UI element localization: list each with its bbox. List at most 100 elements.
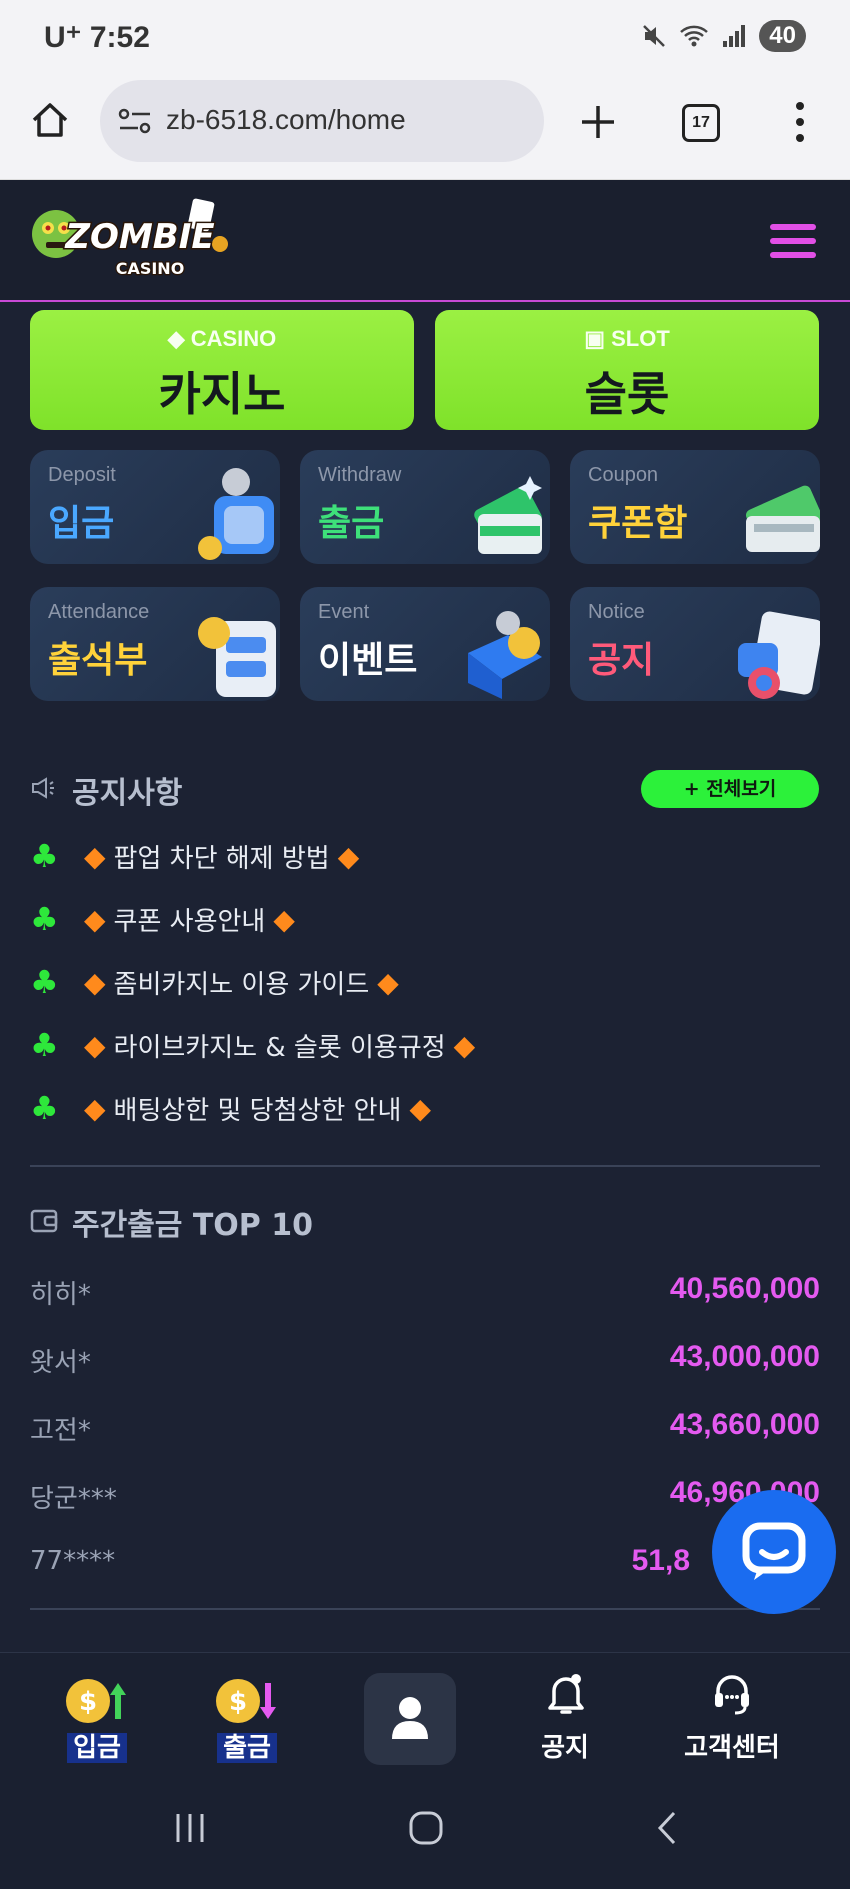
hamburger-menu-icon[interactable] (770, 224, 816, 258)
tile-en-label: Coupon (588, 464, 659, 486)
nav-profile-button[interactable] (364, 1673, 456, 1765)
slot-en-label: ▣ SLOT (584, 326, 670, 351)
new-tab-icon[interactable] (578, 102, 618, 142)
withdraw-tile[interactable]: Withdraw 출금 (300, 450, 550, 564)
signal-icon (723, 25, 746, 47)
event-tile[interactable]: Event 이벤트 (300, 587, 550, 701)
club-icon: ♣ (30, 837, 59, 875)
gift-box-icon (468, 611, 542, 699)
status-icons: 40 (641, 20, 806, 52)
headset-icon (715, 1675, 749, 1715)
view-all-button[interactable]: + 전체보기 (641, 770, 819, 808)
notice-text: 좀비카지노 이용 가이드 (113, 969, 370, 1000)
nav-notice-label: 공지 (541, 1733, 589, 1763)
notice-text: 쿠폰 사용안내 (113, 906, 266, 937)
live-chat-button[interactable] (712, 1490, 836, 1614)
casino-en-label: ◆ CASINO (167, 326, 277, 351)
rank-name: 고전* (30, 1416, 91, 1446)
slot-machine-icon: ▣ (584, 326, 612, 351)
notice-item[interactable]: ♣ ◆ 라이브카지노 & 슬롯 이용규정 ◆ (30, 1025, 483, 1065)
nav-withdraw[interactable]: $ 출금 (202, 1653, 292, 1773)
attendance-tile[interactable]: Attendance 출석부 (30, 587, 280, 701)
notice-document-icon (738, 611, 820, 699)
notice-item[interactable]: ♣ ◆ 좀비카지노 이용 가이드 ◆ (30, 962, 407, 1002)
rank-amount: 51,8 (631, 1544, 690, 1577)
notice-tile[interactable]: Notice 공지 (570, 587, 820, 701)
wallet-coin-icon (198, 468, 274, 560)
android-home-icon[interactable] (408, 1810, 444, 1846)
club-icon: ♣ (30, 1089, 59, 1127)
notice-text: 팝업 차단 해제 방법 (113, 843, 330, 874)
casino-ko-label: 카지노 (158, 367, 286, 421)
rank-row: 왓서* 43,000,000 (30, 1336, 820, 1378)
orange-diamond-icon: ◆ (273, 902, 295, 936)
address-bar[interactable]: zb-6518.com/home (100, 80, 544, 162)
withdraw-top-title: 주간출금 TOP 10 (72, 1208, 313, 1243)
recent-apps-icon[interactable] (172, 1810, 208, 1846)
orange-diamond-icon: ◆ (337, 839, 360, 873)
back-icon[interactable] (652, 1810, 682, 1846)
notice-item[interactable]: ♣ ◆ 쿠폰 사용안내 ◆ (30, 899, 303, 939)
tile-ko-label: 출석부 (48, 640, 148, 681)
orange-diamond-icon: ◆ (84, 965, 106, 999)
notice-text: 라이브카지노 & 슬롯 이용규정 (113, 1032, 446, 1063)
notice-item[interactable]: ♣ ◆ 팝업 차단 해제 방법 ◆ (30, 836, 367, 876)
calendar-coin-icon (198, 617, 276, 697)
orange-diamond-icon: ◆ (84, 1091, 106, 1125)
rank-name: 당군*** (30, 1484, 117, 1514)
club-icon: ♣ (30, 963, 59, 1001)
battery-indicator: 40 (759, 20, 806, 52)
cash-stack-icon (474, 476, 542, 554)
rank-row: 당군*** 46,960,000 (30, 1472, 820, 1514)
tile-en-label: Deposit (48, 464, 116, 486)
nav-notice[interactable]: 공지 (520, 1653, 610, 1773)
tile-en-label: Event (318, 601, 370, 623)
tile-en-label: Withdraw (318, 464, 402, 486)
nav-support[interactable]: 고객센터 (672, 1653, 792, 1773)
browser-toolbar: zb-6518.com/home 17 (0, 78, 850, 180)
megaphone-icon (32, 777, 54, 799)
casino-button[interactable]: ◆ CASINO 카지노 (30, 310, 414, 430)
section-divider (30, 1165, 820, 1167)
site-settings-icon[interactable] (118, 106, 152, 136)
club-icon: ♣ (30, 1026, 59, 1064)
rank-name: 히히* (30, 1280, 91, 1310)
section-divider (30, 1608, 820, 1610)
tile-ko-label: 공지 (588, 640, 655, 681)
rank-name: 77**** (30, 1546, 116, 1576)
rank-row: 고전* 43,660,000 (30, 1404, 820, 1446)
coupon-ticket-icon (745, 485, 820, 552)
rank-row: 히히* 40,560,000 (30, 1268, 820, 1310)
slot-ko-label: 슬롯 (584, 367, 670, 421)
tile-en-label: Attendance (48, 601, 150, 623)
notices-title: 공지사항 (72, 776, 183, 811)
tile-ko-label: 입금 (48, 503, 115, 544)
mute-icon (643, 25, 666, 47)
url-text: zb-6518.com/home (166, 104, 406, 135)
android-navigation-bar (0, 1772, 850, 1889)
status-bar: U⁺ 7:52 40 (0, 0, 850, 78)
deposit-tile[interactable]: Deposit 입금 (30, 450, 280, 564)
site-header: ZOMBIE CASINO (0, 180, 850, 302)
coupon-tile[interactable]: Coupon 쿠폰함 (570, 450, 820, 564)
orange-diamond-icon: ◆ (84, 1028, 106, 1062)
notice-item[interactable]: ♣ ◆ 배팅상한 및 당첨상한 안내 ◆ (30, 1088, 439, 1128)
club-icon: ♣ (30, 900, 59, 938)
tile-ko-label: 출금 (318, 503, 385, 544)
orange-diamond-icon: ◆ (377, 965, 399, 999)
diamond-icon: ◆ (167, 326, 191, 351)
more-menu-icon[interactable] (790, 100, 810, 144)
orange-diamond-icon: ◆ (453, 1028, 476, 1062)
slot-button[interactable]: ▣ SLOT 슬롯 (435, 310, 819, 430)
wifi-icon (680, 25, 709, 47)
tab-switcher-button[interactable]: 17 (682, 104, 720, 142)
orange-diamond-icon: ◆ (84, 902, 106, 936)
svg-text:$: $ (229, 1687, 247, 1717)
home-icon[interactable] (30, 100, 70, 140)
logo-sub-text: CASINO (116, 259, 185, 278)
carrier-time: U⁺ 7:52 (44, 21, 150, 54)
zombie-casino-logo[interactable]: ZOMBIE CASINO (30, 196, 236, 286)
svg-text:$: $ (79, 1687, 97, 1717)
nav-deposit[interactable]: $ 입금 (52, 1653, 142, 1773)
orange-diamond-icon: ◆ (409, 1091, 432, 1125)
